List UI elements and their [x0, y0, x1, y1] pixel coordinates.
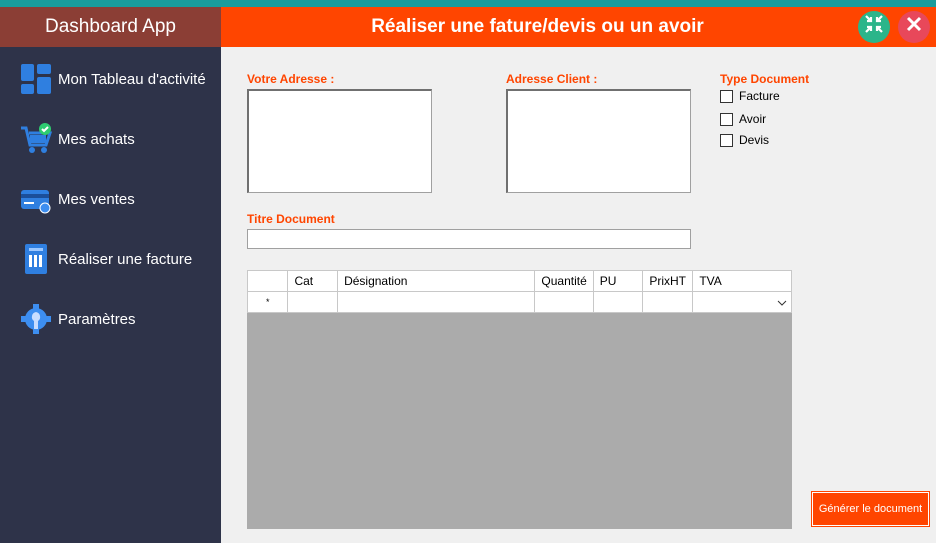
grid-cell[interactable] — [592, 291, 644, 313]
settings-icon — [19, 302, 53, 336]
grid-header-cell[interactable]: Désignation — [337, 270, 536, 292]
new-row-marker: * — [246, 291, 289, 313]
titre-document-field[interactable] — [247, 229, 691, 249]
grid-cell[interactable] — [642, 291, 694, 313]
grid-header-cell[interactable]: TVA — [692, 270, 792, 292]
checkbox-label: Devis — [739, 133, 770, 147]
grid-header-cell[interactable]: Cat — [287, 270, 339, 292]
shopping-cart-icon — [19, 122, 53, 156]
grid-header-cell[interactable]: Quantité — [534, 270, 594, 292]
checkbox-box[interactable] — [720, 89, 733, 103]
grid-header-cell — [246, 270, 289, 292]
titre-document-label: Titre Document — [247, 212, 335, 226]
brand-title: Dashboard App — [0, 7, 221, 47]
items-grid[interactable]: Cat Désignation Quantité PU PrixHT TVA * — [246, 270, 792, 529]
restore-button[interactable] — [858, 11, 890, 43]
sidebar-item-label: Paramètres — [58, 310, 136, 328]
adresse-client-field[interactable] — [506, 89, 691, 193]
facture-checkbox[interactable]: Facture — [720, 89, 780, 103]
generate-document-button[interactable]: Générer le document — [811, 491, 930, 527]
grid-cell[interactable] — [534, 291, 594, 313]
close-button[interactable] — [898, 11, 930, 43]
sidebar-item-parametres[interactable]: Paramètres — [0, 299, 221, 339]
grid-header-row: Cat Désignation Quantité PU PrixHT TVA — [246, 270, 792, 292]
chevron-down-icon — [777, 295, 787, 309]
sidebar-item-label: Mes achats — [58, 130, 135, 148]
title-bar: Réaliser une fature/devis ou un avoir — [221, 7, 936, 47]
checkbox-box[interactable] — [720, 133, 733, 147]
grid-header-cell[interactable]: PrixHT — [642, 270, 694, 292]
checkbox-box[interactable] — [720, 112, 733, 126]
avoir-checkbox[interactable]: Avoir — [720, 112, 766, 126]
invoice-icon — [19, 242, 53, 276]
table-row[interactable]: * — [246, 291, 792, 313]
grid-cell[interactable] — [337, 291, 536, 313]
app-window: Dashboard App Mon Tableau d'activité Mes… — [0, 7, 936, 543]
grid-header-cell[interactable]: PU — [592, 270, 644, 292]
checkbox-label: Facture — [739, 89, 780, 103]
votre-adresse-field[interactable] — [247, 89, 432, 193]
devis-checkbox[interactable]: Devis — [720, 133, 769, 147]
votre-adresse-label: Votre Adresse : — [247, 72, 335, 86]
type-document-label: Type Document — [720, 72, 810, 86]
sidebar-item-label: Mes ventes — [58, 190, 135, 208]
sidebar-item-label: Mon Tableau d'activité — [58, 70, 206, 88]
close-icon — [906, 16, 922, 38]
dashboard-icon — [19, 62, 53, 96]
adresse-client-label: Adresse Client : — [506, 72, 598, 86]
page-title: Réaliser une fature/devis ou un avoir — [371, 16, 704, 37]
sidebar: Dashboard App Mon Tableau d'activité Mes… — [0, 7, 221, 543]
grid-cell[interactable] — [287, 291, 339, 313]
sidebar-item-achats[interactable]: Mes achats — [0, 119, 221, 159]
checkbox-label: Avoir — [739, 112, 767, 126]
sidebar-item-ventes[interactable]: Mes ventes — [0, 179, 221, 219]
collapse-icon — [864, 14, 884, 40]
sidebar-item-dashboard[interactable]: Mon Tableau d'activité — [0, 59, 221, 99]
sidebar-item-label: Réaliser une facture — [58, 250, 193, 268]
tva-dropdown[interactable] — [692, 291, 792, 313]
credit-card-icon — [19, 182, 53, 216]
sidebar-item-facture[interactable]: Réaliser une facture — [0, 239, 221, 279]
